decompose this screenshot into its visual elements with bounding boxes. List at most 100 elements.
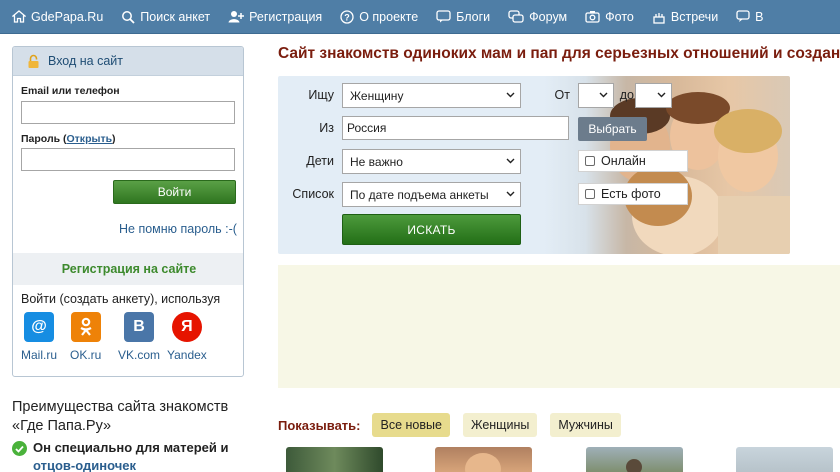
chevron-down-icon	[506, 158, 515, 164]
nav-photo-label: Фото	[605, 9, 634, 24]
kids-select[interactable]: Не важно	[342, 149, 521, 174]
age-to-label: до	[619, 88, 634, 102]
social-mailru[interactable]: @ Mail.ru	[21, 312, 57, 362]
odnoklassniki-icon	[70, 312, 101, 342]
show-label: Показывать:	[278, 417, 361, 433]
check-icon	[12, 441, 27, 456]
search-panel: Ищу Женщину От до Из Россия Выбрать Дети…	[278, 76, 790, 254]
login-button[interactable]: Войти	[113, 180, 236, 204]
search-button[interactable]: ИСКАТЬ	[342, 214, 521, 245]
age-from-select[interactable]	[578, 83, 614, 108]
search-icon	[122, 10, 135, 24]
user-add-icon	[228, 11, 245, 23]
top-nav: GdePapa.Ru Поиск анкет Регистрация ? О п…	[0, 0, 840, 34]
nav-meetings[interactable]: Встречи	[643, 0, 727, 34]
email-field[interactable]	[21, 101, 235, 124]
cake-icon	[653, 12, 665, 24]
social-vk-label: VK.com	[118, 348, 161, 362]
location-input[interactable]: Россия	[342, 116, 569, 140]
profile-photo	[626, 459, 642, 472]
filter-men[interactable]: Мужчины	[550, 413, 621, 437]
show-password-link[interactable]: Открыть	[67, 133, 113, 145]
email-label: Email или телефон	[21, 85, 120, 97]
social-ok[interactable]: OK.ru	[70, 312, 101, 362]
profile-thumb[interactable]	[586, 447, 683, 472]
profile-thumb[interactable]	[286, 447, 383, 472]
forgot-password-link[interactable]: Не помню пароль :-(	[119, 222, 237, 236]
nav-register[interactable]: Регистрация	[219, 0, 331, 34]
choose-location-button[interactable]: Выбрать	[578, 117, 647, 141]
nav-about-label: О проекте	[359, 9, 419, 24]
social-yandex[interactable]: Я Yandex	[167, 312, 207, 362]
nav-about[interactable]: ? О проекте	[331, 0, 427, 34]
age-from-label: От	[554, 88, 570, 102]
nav-meetings-label: Встречи	[670, 9, 719, 24]
social-caption: Войти (создать анкету), используя	[21, 292, 221, 306]
sort-value: По дате подъема анкеты	[350, 187, 489, 202]
online-label: Онлайн	[601, 154, 646, 168]
nav-photo[interactable]: Фото	[576, 0, 643, 34]
login-header: Вход на сайт	[13, 47, 243, 76]
list-label: Список	[292, 187, 334, 201]
home-icon	[12, 10, 26, 23]
nav-search-label: Поиск анкет	[140, 9, 211, 24]
profile-thumb[interactable]	[435, 447, 532, 472]
nav-search[interactable]: Поиск анкет	[112, 0, 219, 34]
kids-value: Не важно	[350, 154, 403, 169]
password-field[interactable]	[21, 148, 235, 171]
blog-icon	[436, 10, 451, 23]
nav-home-label: GdePapa.Ru	[31, 9, 104, 24]
filter-women[interactable]: Женщины	[462, 413, 538, 437]
seek-select[interactable]: Женщину	[342, 83, 521, 108]
from-label: Из	[319, 121, 334, 135]
nav-home[interactable]: GdePapa.Ru	[0, 0, 112, 34]
nav-chat[interactable]: В	[727, 0, 772, 34]
age-to-select[interactable]	[635, 83, 672, 108]
camera-icon	[585, 11, 600, 23]
advantage-item: Он специально для матерей и	[12, 440, 229, 456]
nav-register-label: Регистрация	[249, 9, 323, 24]
lock-icon	[28, 54, 39, 68]
login-title: Вход на сайт	[48, 54, 123, 68]
has-photo-checkbox[interactable]: Есть фото	[578, 183, 688, 205]
password-label: Пароль	[21, 133, 61, 145]
login-panel: Вход на сайт Email или телефон Пароль (О…	[12, 46, 244, 377]
chevron-down-icon	[599, 92, 608, 98]
filter-all-new[interactable]: Все новые	[372, 413, 450, 437]
kids-label: Дети	[306, 154, 334, 168]
ad-area	[278, 265, 840, 388]
page-title: Сайт знакомств одиноких мам и пап для се…	[278, 45, 840, 62]
checkbox-box	[585, 156, 595, 166]
question-icon: ?	[340, 9, 354, 24]
nav-forum[interactable]: Форум	[499, 0, 576, 34]
mailru-icon: @	[24, 312, 54, 342]
forum-icon	[508, 9, 524, 23]
register-link[interactable]: Регистрация на сайте	[13, 253, 243, 285]
seek-value: Женщину	[350, 88, 404, 103]
chevron-down-icon	[506, 191, 515, 197]
advantage-link[interactable]: отцов-одиночек	[33, 458, 136, 472]
sort-select[interactable]: По дате подъема анкеты	[342, 182, 521, 207]
profile-thumb[interactable]	[736, 447, 833, 472]
advantages-title: Преимущества сайта знакомств «Где Папа.Р…	[12, 399, 229, 434]
vk-icon: В	[124, 312, 154, 342]
nav-blogs[interactable]: Блоги	[427, 0, 499, 34]
checkbox-box	[585, 189, 595, 199]
social-yandex-label: Yandex	[167, 348, 207, 362]
nav-blogs-label: Блоги	[456, 9, 491, 24]
social-vk[interactable]: В VK.com	[118, 312, 160, 362]
chat-icon	[736, 10, 750, 22]
nav-chat-label: В	[755, 9, 764, 24]
chevron-down-icon	[657, 92, 666, 98]
has-photo-label: Есть фото	[601, 187, 661, 201]
online-checkbox[interactable]: Онлайн	[578, 150, 688, 172]
nav-forum-label: Форум	[529, 9, 568, 24]
yandex-icon: Я	[171, 312, 202, 342]
show-filter: Показывать: Все новые Женщины Мужчины	[278, 413, 634, 437]
svg-text:?: ?	[344, 12, 350, 22]
seek-label: Ищу	[308, 88, 334, 102]
social-mailru-label: Mail.ru	[21, 348, 58, 362]
password-label-row: Пароль (Открыть)	[21, 133, 116, 145]
social-ok-label: OK.ru	[70, 348, 102, 362]
profile-photo	[465, 453, 501, 472]
